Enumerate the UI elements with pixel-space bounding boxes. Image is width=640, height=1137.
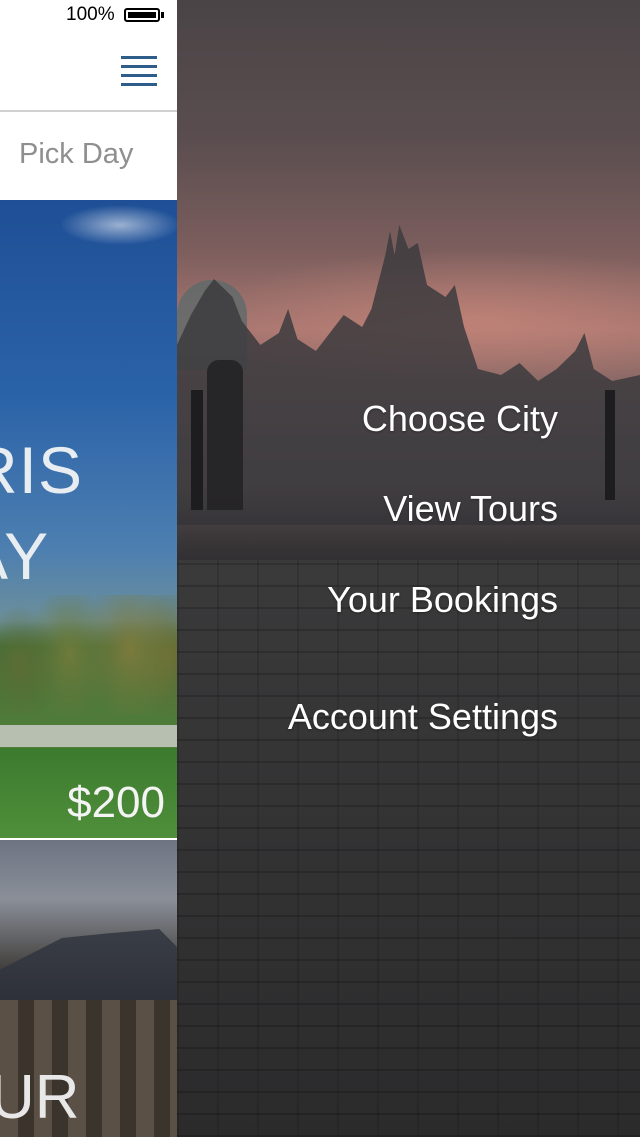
- tour-image-path: [0, 725, 177, 747]
- nav-bar: [0, 30, 177, 112]
- tour-image-trees: [0, 595, 177, 715]
- filter-bar: Pick Day: [0, 112, 177, 200]
- side-drawer: Choose City View Tours Your Bookings Acc…: [177, 0, 640, 1137]
- tour-image-roof: [0, 929, 177, 1010]
- pick-day-button[interactable]: Pick Day: [19, 138, 133, 171]
- tour-title-line1: RIS: [0, 433, 84, 507]
- app-panel: 100% Pick Day RIS AY $200 UR: [0, 0, 177, 1137]
- menu-item-account-settings[interactable]: Account Settings: [288, 696, 558, 738]
- tour-card[interactable]: UR: [0, 840, 177, 1137]
- tour-card[interactable]: RIS AY $200: [0, 200, 177, 838]
- menu-item-view-tours[interactable]: View Tours: [383, 488, 558, 530]
- battery-icon: [124, 8, 160, 22]
- tour-title-line2: AY: [0, 519, 50, 593]
- tour-price: $200: [67, 778, 165, 827]
- hamburger-menu-icon[interactable]: [121, 56, 157, 86]
- tour-title-line1: UR: [0, 1063, 80, 1132]
- menu-item-your-bookings[interactable]: Your Bookings: [327, 579, 558, 621]
- battery-tip: [161, 12, 164, 18]
- menu-item-choose-city[interactable]: Choose City: [362, 398, 558, 440]
- status-bar: 100%: [0, 0, 177, 30]
- battery-percent: 100%: [66, 4, 115, 25]
- drawer-menu: Choose City View Tours Your Bookings Acc…: [177, 0, 640, 1137]
